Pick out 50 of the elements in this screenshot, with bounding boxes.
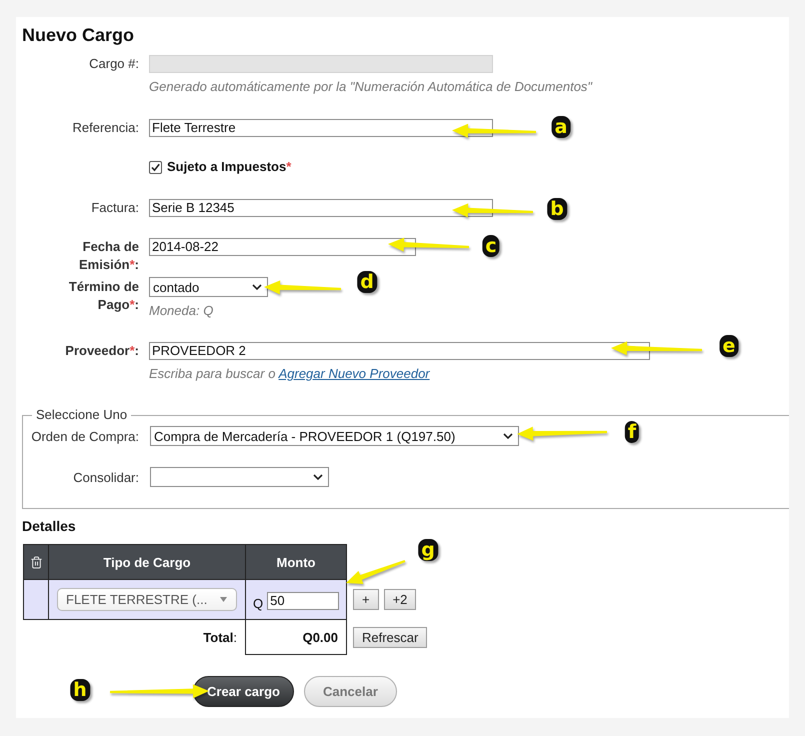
cancel-button[interactable]: Cancelar [304,676,397,707]
arrow-icon [388,237,470,252]
field-label: Factura: [90,199,139,217]
field-label: Fecha de Emisión*: [78,238,139,274]
currency-symbol: Q [253,596,264,610]
column-header: Tipo de Cargo [48,544,246,580]
section-title: Detalles [22,518,76,534]
arrow-icon [109,684,209,699]
input-field[interactable]: Flete Terrestre [149,119,493,137]
input-field[interactable]: PROVEEDOR 2 [149,342,650,360]
field-hint: Moneda: Q [149,303,214,319]
add-provider-link[interactable]: Agregar Nuevo Proveedor [278,366,430,381]
add-row-button[interactable]: + [353,589,379,610]
arrow-icon [452,123,537,138]
page-title: Nuevo Cargo [22,25,134,46]
arrow-icon [517,426,608,441]
select-field[interactable]: FLETE TERRESTRE (... [57,588,237,611]
field-label: Término de Pago*: [68,278,139,314]
input-field[interactable]: 2014-08-22 [149,238,416,256]
total-amount: Q0.00 [246,620,346,654]
refresh-button[interactable]: Refrescar [353,626,428,648]
total-label: Total: [24,620,246,654]
field-hint: Escriba para buscar o Agregar Nuevo Proveedor [149,366,430,382]
trash-icon[interactable] [30,556,42,568]
column-header: Monto [246,544,346,580]
field-label: Proveedor*: [64,342,139,360]
arrow-icon [264,280,342,295]
input-field[interactable]: Serie B 12345 [149,199,493,217]
field-label: Referencia: [72,119,139,137]
select-field[interactable]: Compra de Mercadería - PROVEEDOR 1 (Q197.50) [150,426,519,446]
arrow-icon [346,559,406,584]
chevron-down-icon [503,433,513,439]
field-hint: Generado automáticamente por la "Numeración Automática de Documentos" [149,79,592,95]
checkbox-label: Sujeto a Impuestos* [167,158,292,176]
arrow-icon [452,203,534,218]
field-label: Orden de Compra: [30,428,139,444]
chevron-down-icon [252,284,262,290]
callout-letter: e [720,335,738,357]
arrow-icon [611,341,703,356]
select-field[interactable] [150,467,329,487]
group-legend: Seleccione Uno [32,407,132,423]
add-row-button[interactable]: +2 [384,589,416,610]
chevron-down-icon [313,474,323,480]
field-label: Cargo #: [88,55,139,73]
field-label: Consolidar: [72,470,139,484]
checkbox[interactable] [149,160,162,174]
select-field[interactable]: contado [149,277,268,297]
create-button[interactable]: Crear cargo [193,676,294,707]
input-field[interactable]: 50 [267,592,340,610]
caret-icon [220,597,227,602]
